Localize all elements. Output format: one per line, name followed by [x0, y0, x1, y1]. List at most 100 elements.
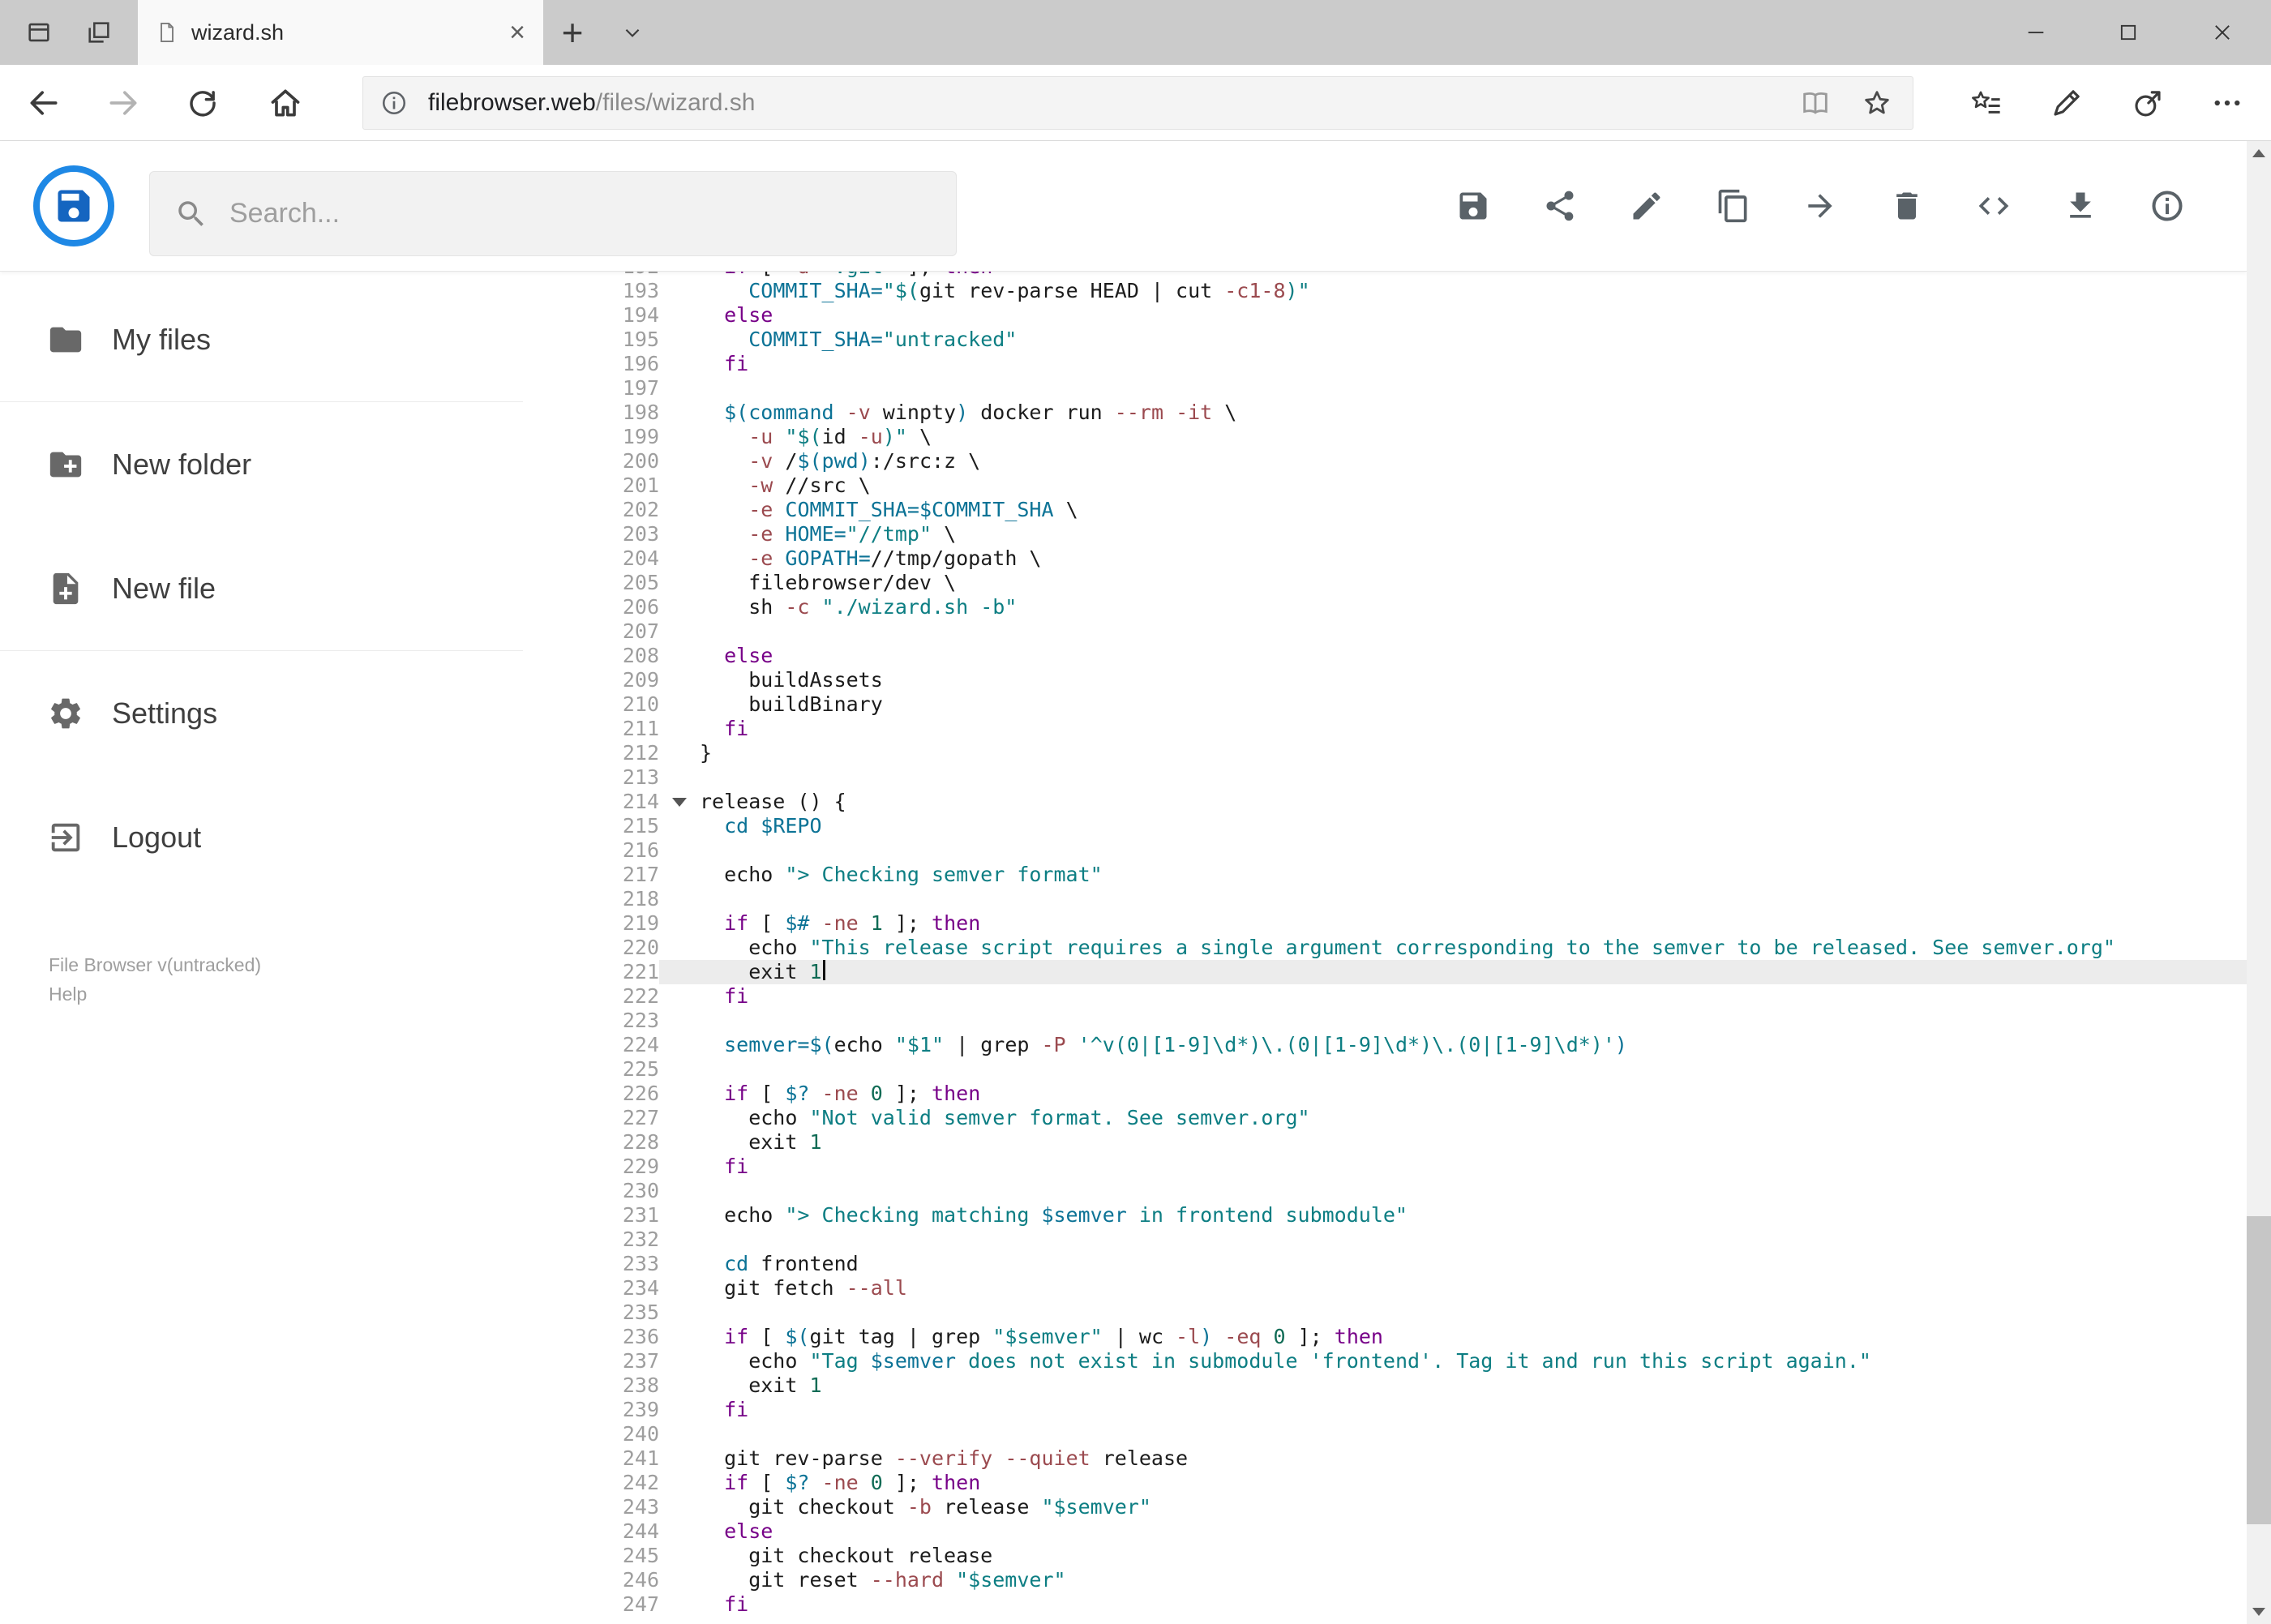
copy-icon[interactable]	[1714, 186, 1753, 225]
hub-icon[interactable]	[1958, 65, 2015, 140]
delete-icon[interactable]	[1888, 186, 1926, 225]
code-line[interactable]: 212}	[523, 741, 2271, 765]
code-line[interactable]: 195 COMMIT_SHA="untracked"	[523, 328, 2271, 352]
code-line[interactable]: 233 cd frontend	[523, 1252, 2271, 1276]
code-line[interactable]: 198 $(command -v winpty) docker run --rm…	[523, 401, 2271, 425]
save-icon[interactable]	[1454, 186, 1493, 225]
tab-close-icon[interactable]: ×	[509, 0, 525, 65]
sidebar-item-new-file[interactable]: New file	[0, 526, 523, 650]
sidebar-item-new-folder[interactable]: New folder	[0, 402, 523, 526]
window-close-button[interactable]	[2186, 0, 2259, 65]
code-line[interactable]: 209 buildAssets	[523, 668, 2271, 692]
favorite-star-icon[interactable]	[1861, 87, 1893, 119]
code-line[interactable]: 194 else	[523, 303, 2271, 328]
code-line[interactable]: 244 else	[523, 1519, 2271, 1544]
info-icon[interactable]	[2148, 186, 2187, 225]
code-line[interactable]: 197	[523, 376, 2271, 401]
address-bar[interactable]: filebrowser.web/files/wizard.sh	[362, 76, 1913, 130]
scroll-up-icon[interactable]	[2247, 141, 2271, 165]
code-line[interactable]: 205 filebrowser/dev \	[523, 571, 2271, 595]
code-line[interactable]: 206 sh -c "./wizard.sh -b"	[523, 595, 2271, 619]
fold-arrow-icon[interactable]	[659, 790, 700, 814]
share-icon[interactable]	[2119, 65, 2176, 140]
code-line[interactable]: 238 exit 1	[523, 1373, 2271, 1398]
code-line[interactable]: 199 -u "$(id -u)" \	[523, 425, 2271, 449]
tab-list-chevron-icon[interactable]	[613, 0, 652, 65]
help-link[interactable]: Help	[49, 979, 261, 1009]
code-editor[interactable]: 192 if [ -d ".git" ]; then193 COMMIT_SHA…	[523, 271, 2271, 1624]
code-line[interactable]: 241 git rev-parse --verify --quiet relea…	[523, 1446, 2271, 1471]
code-line[interactable]: 226 if [ $? -ne 0 ]; then	[523, 1082, 2271, 1106]
code-line[interactable]: 219 if [ $# -ne 1 ]; then	[523, 911, 2271, 936]
web-note-pen-icon[interactable]	[2038, 65, 2095, 140]
code-line[interactable]: 232	[523, 1228, 2271, 1252]
search-input[interactable]	[229, 198, 956, 229]
code-line[interactable]: 240	[523, 1422, 2271, 1446]
scroll-down-icon[interactable]	[2247, 1600, 2271, 1624]
code-line[interactable]: 223	[523, 1009, 2271, 1033]
code-line[interactable]: 228 exit 1	[523, 1130, 2271, 1155]
home-icon[interactable]	[257, 65, 314, 140]
reading-view-icon[interactable]	[1799, 87, 1832, 119]
code-line[interactable]: 236 if [ $(git tag | grep "$semver" | wc…	[523, 1325, 2271, 1349]
code-line[interactable]: 234 git fetch --all	[523, 1276, 2271, 1300]
code-line[interactable]: 230	[523, 1179, 2271, 1203]
code-line[interactable]: 202 -e COMMIT_SHA=$COMMIT_SHA \	[523, 498, 2271, 522]
edit-icon[interactable]	[1627, 186, 1666, 225]
sidebar-item-settings[interactable]: Settings	[0, 651, 523, 775]
refresh-icon[interactable]	[174, 65, 231, 140]
browser-tab-wizard[interactable]: wizard.sh ×	[138, 0, 543, 65]
filebrowser-logo[interactable]	[33, 165, 114, 246]
code-icon[interactable]	[1974, 186, 2013, 225]
back-icon[interactable]	[15, 65, 72, 140]
code-line[interactable]: 213	[523, 765, 2271, 790]
code-line[interactable]: 210 buildBinary	[523, 692, 2271, 717]
scrollbar-thumb[interactable]	[2247, 1216, 2271, 1524]
code-line[interactable]: 196 fi	[523, 352, 2271, 376]
code-line[interactable]: 224 semver=$(echo "$1" | grep -P '^v(0|[…	[523, 1033, 2271, 1057]
code-line[interactable]: 246 git reset --hard "$semver"	[523, 1568, 2271, 1592]
code-line[interactable]: 220 echo "This release script requires a…	[523, 936, 2271, 960]
code-line[interactable]: 218	[523, 887, 2271, 911]
code-line[interactable]: 193 COMMIT_SHA="$(git rev-parse HEAD | c…	[523, 279, 2271, 303]
code-line[interactable]: 227 echo "Not valid semver format. See s…	[523, 1106, 2271, 1130]
code-line[interactable]: 216	[523, 838, 2271, 863]
search-box[interactable]	[149, 171, 957, 256]
url-text[interactable]: filebrowser.web/files/wizard.sh	[428, 89, 1799, 117]
window-minimize-button[interactable]	[1999, 0, 2072, 65]
set-tabs-aside-icon[interactable]	[81, 0, 117, 65]
code-line[interactable]: 242 if [ $? -ne 0 ]; then	[523, 1471, 2271, 1495]
page-info-icon[interactable]	[379, 88, 409, 118]
code-line[interactable]: 245 git checkout release	[523, 1544, 2271, 1568]
code-line[interactable]: 237 echo "Tag $semver does not exist in …	[523, 1349, 2271, 1373]
new-tab-button[interactable]: +	[553, 0, 592, 65]
page-scrollbar[interactable]	[2247, 141, 2271, 1624]
code-line[interactable]: 229 fi	[523, 1155, 2271, 1179]
code-line[interactable]: 214 release () {	[523, 790, 2271, 814]
code-line[interactable]: 243 git checkout -b release "$semver"	[523, 1495, 2271, 1519]
code-line[interactable]: 215 cd $REPO	[523, 814, 2271, 838]
code-line[interactable]: 235	[523, 1300, 2271, 1325]
code-line[interactable]: 211 fi	[523, 717, 2271, 741]
code-line[interactable]: 247 fi	[523, 1592, 2271, 1617]
code-line[interactable]: 207	[523, 619, 2271, 644]
code-line[interactable]: 201 -w //src \	[523, 473, 2271, 498]
window-maximize-button[interactable]	[2092, 0, 2165, 65]
code-line[interactable]: 221 exit 1	[523, 960, 2271, 984]
code-line[interactable]: 203 -e HOME="//tmp" \	[523, 522, 2271, 546]
share-icon[interactable]	[1540, 186, 1579, 225]
forward-icon[interactable]	[95, 65, 152, 140]
download-icon[interactable]	[2061, 186, 2100, 225]
code-line[interactable]: 239 fi	[523, 1398, 2271, 1422]
tab-preview-icon[interactable]	[21, 0, 57, 65]
code-line[interactable]: 222 fi	[523, 984, 2271, 1009]
code-line[interactable]: 208 else	[523, 644, 2271, 668]
code-line[interactable]: 192 if [ -d ".git" ]; then	[523, 271, 2271, 279]
sidebar-item-logout[interactable]: Logout	[0, 775, 523, 899]
code-line[interactable]: 231 echo "> Checking matching $semver in…	[523, 1203, 2271, 1228]
ellipsis-icon[interactable]	[2199, 65, 2256, 140]
move-icon[interactable]	[1801, 186, 1840, 225]
code-line[interactable]: 217 echo "> Checking semver format"	[523, 863, 2271, 887]
code-line[interactable]: 225	[523, 1057, 2271, 1082]
sidebar-item-my-files[interactable]: My files	[0, 277, 523, 401]
